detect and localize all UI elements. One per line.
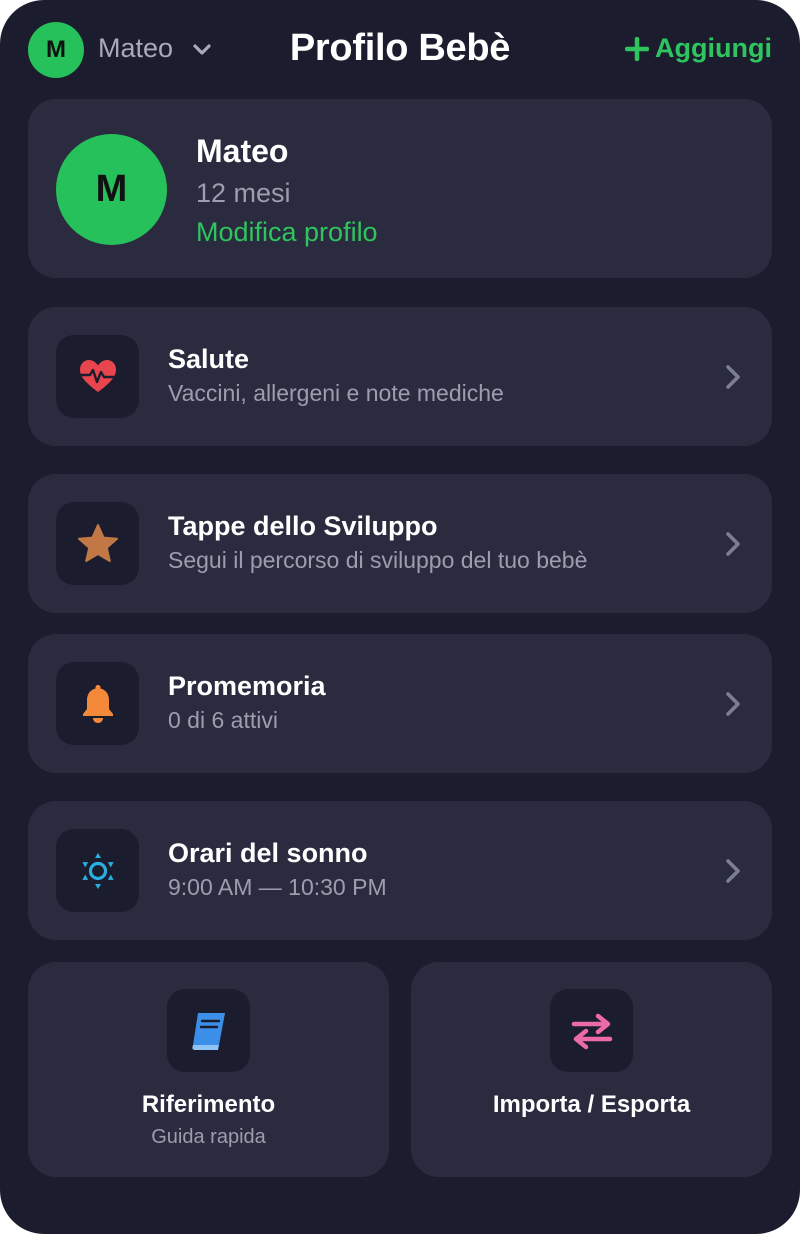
health-icon-box — [56, 335, 139, 418]
menu-item-subtitle: 0 di 6 attivi — [168, 707, 278, 733]
add-button-label: Aggiungi — [655, 33, 772, 63]
menu-item-orari-sonno[interactable]: Orari del sonno 9:00 AM — 10:30 PM — [28, 801, 772, 940]
plus-icon — [625, 36, 650, 61]
menu-item-tappe-sviluppo[interactable]: Tappe dello Sviluppo Segui il percorso d… — [28, 474, 772, 613]
tile-title: Riferimento — [141, 1091, 276, 1118]
menu-item-title: Orari del sonno — [168, 838, 368, 868]
reference-icon-box — [167, 989, 250, 1072]
book-icon — [191, 1012, 225, 1050]
milestones-icon-box — [56, 502, 139, 585]
chevron-right-icon — [726, 859, 740, 883]
tile-title: Importa / Esporta — [492, 1091, 691, 1118]
tile-subtitle: Guida rapida — [151, 1126, 266, 1148]
menu-item-salute[interactable]: Salute Vaccini, allergeni e note mediche — [28, 307, 772, 446]
menu-item-promemoria[interactable]: Promemoria 0 di 6 attivi — [28, 634, 772, 773]
import-export-icon-box — [550, 989, 633, 1072]
profile-age: 12 mesi — [196, 178, 291, 208]
arrows-exchange-icon — [571, 1013, 612, 1049]
reminders-icon-box — [56, 662, 139, 745]
import-export-tile[interactable]: Importa / Esporta — [411, 962, 772, 1177]
profile-card: M Mateo 12 mesi Modifica profilo — [28, 99, 772, 278]
chevron-right-icon — [726, 532, 740, 556]
sleep-icon-box — [56, 829, 139, 912]
chevron-right-icon — [726, 365, 740, 389]
profile-name: Mateo — [196, 133, 289, 169]
menu-item-subtitle: Vaccini, allergeni e note mediche — [168, 380, 504, 406]
bell-icon — [82, 684, 113, 723]
menu-item-title: Tappe dello Sviluppo — [168, 511, 438, 541]
heart-pulse-icon — [79, 359, 116, 392]
profile-avatar: M — [56, 134, 167, 245]
edit-profile-link[interactable]: Modifica profilo — [196, 217, 378, 248]
reference-tile[interactable]: Riferimento Guida rapida — [28, 962, 389, 1177]
app-screen: M Mateo Profilo Bebè Aggiungi M Mateo 12… — [0, 0, 800, 1234]
menu-item-subtitle: 9:00 AM — 10:30 PM — [168, 874, 387, 900]
menu-item-title: Promemoria — [168, 671, 326, 701]
menu-item-subtitle: Segui il percorso di sviluppo del tuo be… — [168, 547, 588, 573]
add-button[interactable]: Aggiungi — [625, 33, 772, 64]
star-icon — [77, 523, 118, 562]
menu-item-title: Salute — [168, 344, 250, 374]
sun-icon — [81, 852, 114, 889]
chevron-right-icon — [726, 692, 740, 716]
